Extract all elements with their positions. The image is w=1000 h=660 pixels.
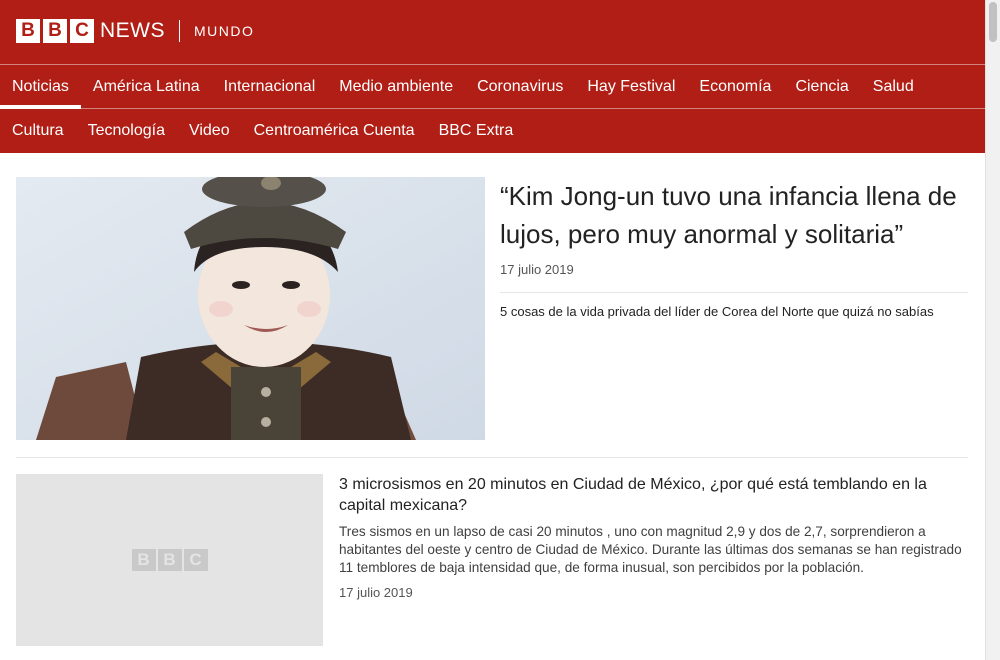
placeholder-letter: C: [183, 549, 208, 571]
lead-story-headline[interactable]: “Kim Jong-un tuvo una infancia llena de …: [500, 177, 968, 253]
bbc-placeholder-logo: B B C: [131, 549, 208, 571]
lead-story: “Kim Jong-un tuvo una infancia llena de …: [500, 177, 968, 321]
nav-item-bbc-extra[interactable]: BBC Extra: [427, 109, 526, 153]
bbc-news-mundo-logo[interactable]: B B C NEWS MUNDO: [16, 19, 254, 43]
brand-name: NEWS: [100, 19, 165, 42]
logo-letter: C: [70, 19, 94, 43]
nav-item-internacional[interactable]: Internacional: [212, 65, 328, 109]
lead-story-date: 17 julio 2019: [500, 262, 574, 277]
nav-item-video[interactable]: Video: [177, 109, 242, 153]
nav-item-cultura[interactable]: Cultura: [0, 109, 76, 153]
nav-item-economia[interactable]: Economía: [687, 65, 783, 109]
placeholder-letter: B: [131, 549, 156, 571]
story-image-kim-jong-un[interactable]: [16, 177, 485, 440]
brand-edition: MUNDO: [194, 23, 255, 39]
child-in-uniform-photo: [16, 177, 485, 440]
nav-item-centroamerica-cuenta[interactable]: Centroamérica Cuenta: [242, 109, 427, 153]
story-item: 3 microsismos en 20 minutos en Ciudad de…: [339, 474, 969, 600]
related-story-link[interactable]: 5 cosas de la vida privada del líder de …: [500, 303, 968, 321]
nav-item-noticias[interactable]: Noticias: [0, 65, 81, 109]
story-headline[interactable]: 3 microsismos en 20 minutos en Ciudad de…: [339, 474, 969, 516]
scrollbar-thumb[interactable]: [989, 2, 997, 42]
bbc-logo-blocks: B B C: [16, 19, 94, 43]
brand-separator: [179, 20, 180, 42]
story-summary: Tres sismos en un lapso de casi 20 minut…: [339, 524, 962, 575]
nav-item-medio-ambiente[interactable]: Medio ambiente: [327, 65, 465, 109]
divider: [500, 292, 968, 293]
nav-item-coronavirus[interactable]: Coronavirus: [465, 65, 575, 109]
section-divider: [16, 457, 968, 458]
logo-letter: B: [16, 19, 40, 43]
site-header: B B C NEWS MUNDO Noticias América Latina…: [0, 0, 985, 153]
secondary-nav: Cultura Tecnología Video Centroamérica C…: [0, 108, 985, 152]
placeholder-letter: B: [157, 549, 182, 571]
page-scrollbar[interactable]: [985, 0, 1000, 660]
primary-nav: Noticias América Latina Internacional Me…: [0, 64, 985, 109]
story-image-placeholder[interactable]: B B C: [16, 474, 323, 646]
nav-item-salud[interactable]: Salud: [861, 65, 926, 109]
nav-item-hay-festival[interactable]: Hay Festival: [575, 65, 687, 109]
nav-item-tecnologia[interactable]: Tecnología: [76, 109, 177, 153]
nav-item-ciencia[interactable]: Ciencia: [783, 65, 860, 109]
nav-item-america-latina[interactable]: América Latina: [81, 65, 212, 109]
logo-letter: B: [43, 19, 67, 43]
story-date: 17 julio 2019: [339, 585, 413, 600]
